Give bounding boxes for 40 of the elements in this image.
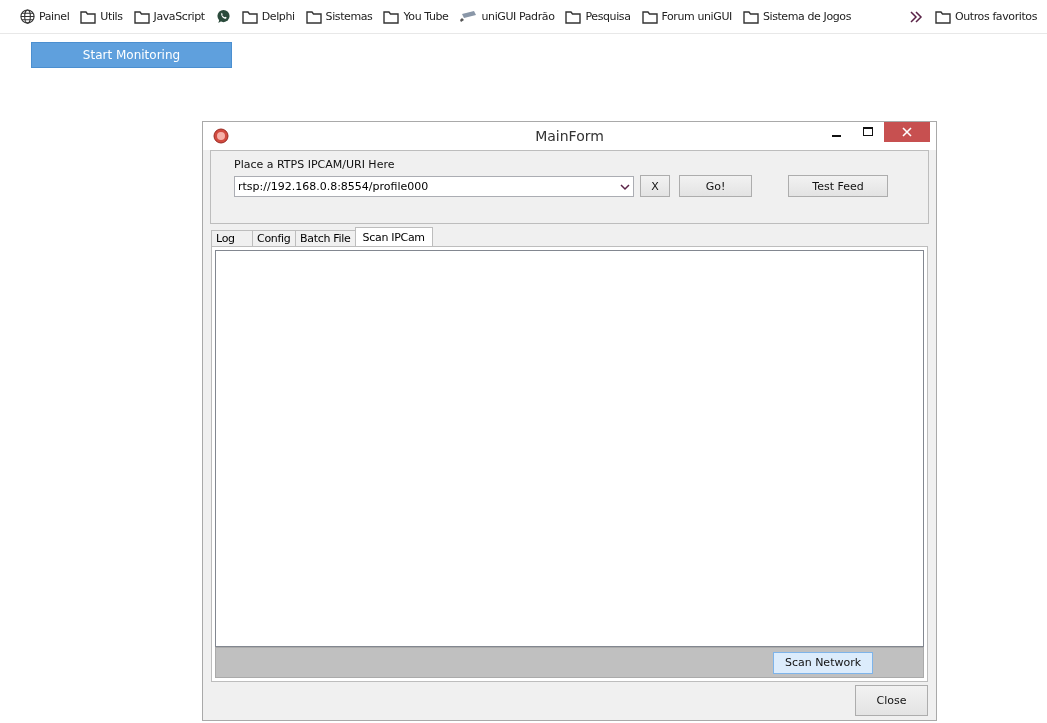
- folder-icon: [742, 9, 759, 24]
- chat-icon: [215, 9, 231, 24]
- maximize-icon: [863, 127, 873, 137]
- folder-icon: [305, 9, 322, 24]
- go-button[interactable]: Go!: [679, 175, 752, 197]
- bookmark[interactable]: Forum uniGUI: [641, 9, 732, 24]
- folder-icon: [383, 9, 400, 24]
- bookmark[interactable]: Painel: [20, 9, 70, 24]
- folder-icon: [133, 9, 150, 24]
- bookmark[interactable]: Utils: [80, 9, 123, 24]
- folder-icon: [565, 9, 582, 24]
- chevron-icon[interactable]: [909, 10, 923, 23]
- minimize-icon: [831, 134, 841, 137]
- bookmark[interactable]: [215, 9, 231, 24]
- bookmark[interactable]: You Tube: [383, 9, 449, 24]
- close-icon: [902, 127, 912, 137]
- tab[interactable]: Config: [252, 230, 296, 246]
- bookmark[interactable]: uniGUI Padrão: [459, 10, 555, 23]
- tab[interactable]: Scan IPCam: [354, 227, 433, 246]
- url-label: Place a RTPS IPCAM/URI Here: [234, 158, 395, 171]
- clear-button[interactable]: X: [640, 175, 670, 197]
- folder-icon: [935, 9, 951, 24]
- url-combobox[interactable]: rtsp://192.168.0.8:8554/profile000: [234, 175, 634, 197]
- bookmark[interactable]: Delphi: [241, 9, 295, 24]
- camera-icon: [459, 10, 478, 23]
- bookmark[interactable]: JavaScript: [133, 9, 205, 24]
- test-feed-button[interactable]: Test Feed: [788, 175, 888, 197]
- globe-icon: [20, 9, 35, 24]
- bookmark[interactable]: Sistema de Jogos: [742, 9, 851, 24]
- scan-network-button[interactable]: Scan Network: [773, 651, 873, 674]
- close-form-button[interactable]: Close: [855, 685, 928, 716]
- app-icon: [213, 128, 229, 144]
- tab[interactable]: Log: [211, 230, 253, 246]
- folder-icon: [80, 9, 97, 24]
- bookmark[interactable]: Outros favoritos: [935, 9, 1037, 24]
- bookmark[interactable]: Sistemas: [305, 9, 373, 24]
- bookmark[interactable]: Pesquisa: [565, 9, 631, 24]
- window-title: MainForm: [535, 128, 604, 144]
- folder-icon: [241, 9, 258, 24]
- folder-icon: [641, 9, 658, 24]
